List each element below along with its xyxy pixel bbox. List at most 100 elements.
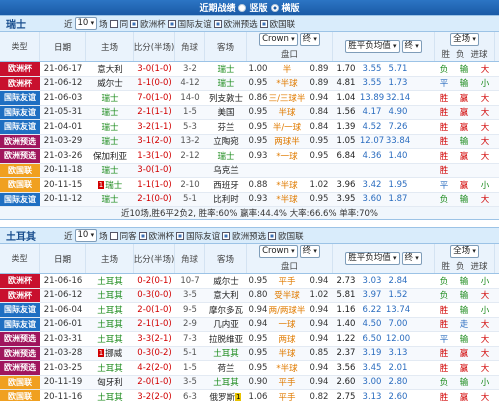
match-score[interactable]: 4-2(2-0) xyxy=(134,361,175,375)
table-row[interactable]: 欧国联 20-11-19 匈牙利 2-0(1-0) 3-5 土耳其 0.90 平手 0.94 2.… xyxy=(0,375,499,390)
filter-checkbox[interactable] xyxy=(222,231,231,240)
filter-checkbox[interactable] xyxy=(259,19,268,28)
filter-checkbox[interactable] xyxy=(213,19,222,28)
match-score[interactable]: 2-0(1-0) xyxy=(134,303,175,317)
match-type[interactable]: 欧洲杯 xyxy=(0,62,40,76)
filter-checkbox[interactable] xyxy=(109,231,118,240)
odds-stage-select[interactable]: 终 xyxy=(299,245,320,258)
home-team[interactable]: 土耳其 xyxy=(86,332,134,346)
radio-horizontal[interactable] xyxy=(270,3,279,12)
away-team[interactable]: 意大利 xyxy=(205,289,247,303)
away-team[interactable]: 列支敦士 xyxy=(205,91,247,105)
home-team[interactable]: 1 瑞士 xyxy=(86,178,134,192)
match-score[interactable]: 1-1(0-0) xyxy=(134,77,175,91)
table-row[interactable]: 国际友谊 21-04-01 瑞士 3-2(1-1) 5-3 芬兰 0.95 半/一球 0.84 1… xyxy=(0,120,499,135)
match-type[interactable]: 国际友谊 xyxy=(0,91,40,105)
match-type[interactable]: 欧洲杯 xyxy=(0,288,40,302)
match-type[interactable]: 欧国联 xyxy=(0,163,40,177)
near-count-select[interactable]: 10 xyxy=(74,229,98,242)
table-row[interactable]: 欧国联 20-11-18 瑞士 3-0(1-0) 乌克兰 胜 xyxy=(0,163,499,178)
match-type[interactable]: 国际友谊 xyxy=(0,105,40,119)
match-score[interactable]: 2-1(0-0) xyxy=(134,193,175,207)
match-type[interactable]: 欧国联 xyxy=(0,178,40,192)
match-type[interactable]: 国际友谊 xyxy=(0,192,40,206)
match-type[interactable]: 欧国联 xyxy=(0,390,40,401)
table-row[interactable]: 国际友谊 21-05-31 瑞士 2-1(1-1) 1-5 美国 0.95 半球 0.84 1.5… xyxy=(0,105,499,120)
match-score[interactable]: 2-1(1-0) xyxy=(134,318,175,332)
away-team[interactable]: 俄罗斯 1 xyxy=(205,390,247,401)
home-team[interactable]: 瑞士 xyxy=(86,91,134,105)
away-team[interactable]: 几内亚 xyxy=(205,318,247,332)
away-team[interactable]: 摩尔多瓦 xyxy=(205,303,247,317)
home-team[interactable]: 1 挪威 xyxy=(86,347,134,361)
table-row[interactable]: 国际友谊 20-11-12 瑞士 2-1(0-0) 5-1 比利时 0.93 *半球 0.95 3… xyxy=(0,192,499,207)
match-score[interactable]: 0-3(0-2) xyxy=(134,347,175,361)
match-type[interactable]: 欧洲预选 xyxy=(0,149,40,163)
away-team[interactable]: 乌克兰 xyxy=(205,164,247,178)
table-row[interactable]: 欧洲预选 21-03-26 保加利亚 1-3(1-0) 2-12 瑞士 0.93 *一球 0.9… xyxy=(0,149,499,164)
home-team[interactable]: 土耳其 xyxy=(86,361,134,375)
away-team[interactable]: 瑞士 xyxy=(205,149,247,163)
away-team[interactable]: 威尔士 xyxy=(205,274,247,288)
home-team[interactable]: 瑞士 xyxy=(86,193,134,207)
table-row[interactable]: 国际友谊 21-06-04 土耳其 2-0(1-0) 9-5 摩尔多瓦 0.94 两/两球半 0… xyxy=(0,303,499,318)
match-type[interactable]: 欧洲预选 xyxy=(0,361,40,375)
home-team[interactable]: 匈牙利 xyxy=(86,376,134,390)
match-score[interactable]: 0-3(0-0) xyxy=(134,289,175,303)
scope-select[interactable]: 全场 xyxy=(450,33,479,46)
away-team[interactable]: 拉脱维亚 xyxy=(205,332,247,346)
filter-checkbox[interactable] xyxy=(130,19,139,28)
match-score[interactable]: 2-1(1-1) xyxy=(134,106,175,120)
away-team[interactable]: 荷兰 xyxy=(205,361,247,375)
home-team[interactable]: 土耳其 xyxy=(86,289,134,303)
table-row[interactable]: 国际友谊 21-06-03 瑞士 7-0(1-0) 14-0 列支敦士 0.86 三/三球半 0… xyxy=(0,91,499,106)
match-type[interactable]: 国际友谊 xyxy=(0,120,40,134)
table-row[interactable]: 欧洲预选 21-03-29 瑞士 3-1(2-0) 13-2 立陶宛 0.95 两球半 0.95… xyxy=(0,134,499,149)
away-team[interactable]: 芬兰 xyxy=(205,120,247,134)
avg-select[interactable]: 胜平负均值 xyxy=(345,40,400,53)
away-team[interactable]: 土耳其 xyxy=(205,347,247,361)
away-team[interactable]: 西班牙 xyxy=(205,178,247,192)
home-team[interactable]: 土耳其 xyxy=(86,303,134,317)
match-score[interactable]: 3-1(2-0) xyxy=(134,135,175,149)
match-score[interactable]: 3-2(1-1) xyxy=(134,120,175,134)
away-team[interactable]: 瑞士 xyxy=(205,62,247,76)
match-score[interactable]: 1-3(1-0) xyxy=(134,149,175,163)
company-select[interactable]: Crown xyxy=(259,33,298,46)
table-row[interactable]: 欧国联 20-11-16 土耳其 3-2(2-0) 6-3 俄罗斯 1 1.06 平手 0.82 2… xyxy=(0,390,499,401)
match-score[interactable]: 3-2(2-0) xyxy=(134,390,175,401)
table-row[interactable]: 欧洲预选 21-03-25 土耳其 4-2(2-0) 1-5 荷兰 0.95 *半球 0.94 3… xyxy=(0,361,499,376)
odds-stage-select[interactable]: 终 xyxy=(299,33,320,46)
match-score[interactable]: 2-0(1-0) xyxy=(134,376,175,390)
filter-checkbox[interactable] xyxy=(167,19,176,28)
match-type[interactable]: 欧洲预选 xyxy=(0,346,40,360)
avg-stage-select[interactable]: 终 xyxy=(401,252,422,265)
table-row[interactable]: 欧洲预选 21-03-31 土耳其 3-3(2-1) 7-3 拉脱维亚 0.95 两球 0.94… xyxy=(0,332,499,347)
match-type[interactable]: 欧洲预选 xyxy=(0,134,40,148)
home-team[interactable]: 土耳其 xyxy=(86,390,134,401)
near-count-select[interactable]: 10 xyxy=(74,17,98,30)
home-team[interactable]: 威尔士 xyxy=(86,77,134,91)
home-team[interactable]: 意大利 xyxy=(86,62,134,76)
away-team[interactable]: 美国 xyxy=(205,106,247,120)
filter-checkbox[interactable] xyxy=(268,231,277,240)
match-score[interactable]: 7-0(1-0) xyxy=(134,91,175,105)
match-type[interactable]: 欧洲预选 xyxy=(0,332,40,346)
home-team[interactable]: 瑞士 xyxy=(86,120,134,134)
avg-select[interactable]: 胜平负均值 xyxy=(345,252,400,265)
away-team[interactable]: 瑞士 xyxy=(205,77,247,91)
home-team[interactable]: 瑞士 xyxy=(86,164,134,178)
home-team[interactable]: 瑞士 xyxy=(86,106,134,120)
match-type[interactable]: 国际友谊 xyxy=(0,303,40,317)
away-team[interactable]: 立陶宛 xyxy=(205,135,247,149)
avg-stage-select[interactable]: 终 xyxy=(401,40,422,53)
table-row[interactable]: 欧洲杯 21-06-17 意大利 3-0(1-0) 3-2 瑞士 1.00 半 0.89 1.70… xyxy=(0,62,499,77)
company-select[interactable]: Crown xyxy=(259,245,298,258)
home-team[interactable]: 保加利亚 xyxy=(86,149,134,163)
away-team[interactable]: 比利时 xyxy=(205,193,247,207)
match-score[interactable]: 3-0(1-0) xyxy=(134,164,175,178)
table-row[interactable]: 欧洲预选 21-03-28 1 挪威 0-3(0-2) 5-1 土耳其 0.95 半球 0.85 2… xyxy=(0,346,499,361)
home-team[interactable]: 土耳其 xyxy=(86,274,134,288)
match-type[interactable]: 欧洲杯 xyxy=(0,76,40,90)
away-team[interactable]: 土耳其 xyxy=(205,376,247,390)
